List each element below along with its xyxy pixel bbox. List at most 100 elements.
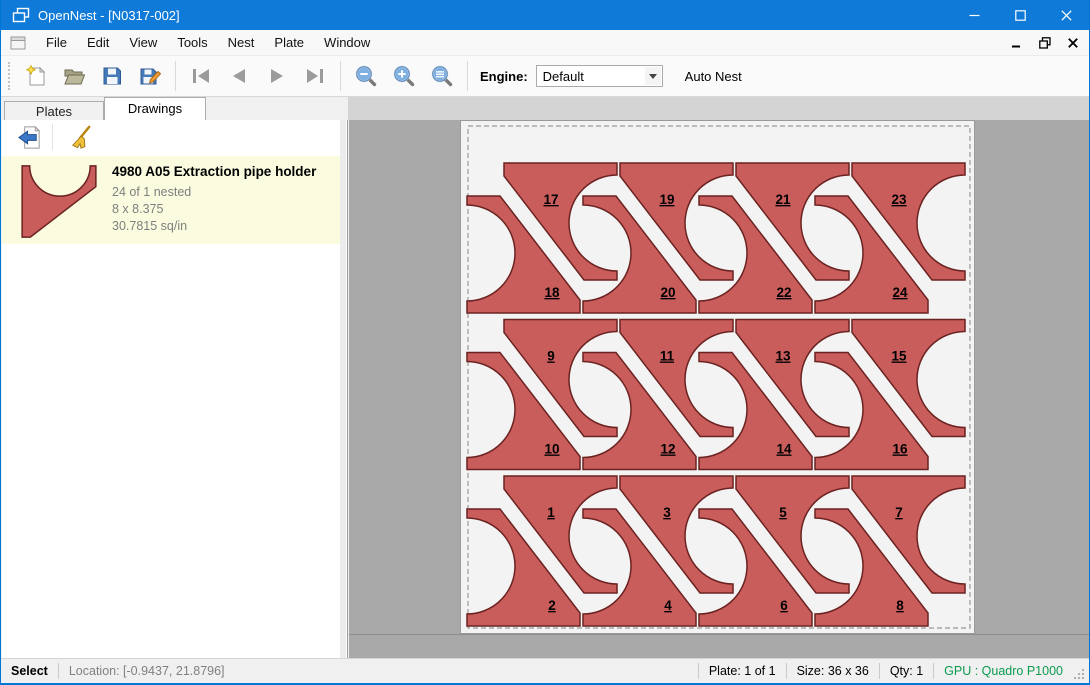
- tab-strip: Plates Drawings: [2, 97, 348, 120]
- go-first-icon: [189, 64, 213, 88]
- nest-layout: 171819202122232491011121314151612345678: [461, 121, 974, 633]
- clean-button[interactable]: [65, 122, 95, 152]
- part-number-22: 22: [776, 285, 791, 300]
- save-as-button[interactable]: [135, 61, 165, 91]
- minimize-button[interactable]: [951, 0, 997, 30]
- panel-scrollbar-gutter[interactable]: [340, 120, 346, 658]
- save-icon: [100, 64, 124, 88]
- drawing-list-item[interactable]: 4980 A05 Extraction pipe holder 24 of 1 …: [2, 156, 340, 244]
- part-number-2: 2: [548, 598, 556, 613]
- drawing-nested-count: 24 of 1 nested: [112, 184, 316, 201]
- auto-nest-button[interactable]: Auto Nest: [677, 64, 750, 89]
- import-drawing-icon: [16, 124, 43, 151]
- status-mode: Select: [11, 664, 48, 678]
- engine-value: Default: [537, 69, 584, 84]
- last-plate-button[interactable]: [300, 61, 330, 91]
- mdi-close-icon: [1068, 38, 1078, 48]
- zoom-fit-button[interactable]: [427, 61, 457, 91]
- tab-strip-filler: [348, 97, 1089, 120]
- toolbar-separator: [467, 61, 468, 91]
- menu-nest[interactable]: Nest: [218, 31, 265, 54]
- part-number-16: 16: [892, 442, 908, 457]
- menu-view[interactable]: View: [119, 31, 167, 54]
- panel-toolbar-separator: [52, 124, 53, 150]
- mdi-minimize-icon: [1012, 38, 1022, 48]
- nest-canvas[interactable]: 171819202122232491011121314151612345678: [349, 120, 1089, 658]
- menu-tools[interactable]: Tools: [167, 31, 217, 54]
- drawings-toolbar: [2, 120, 340, 154]
- mdi-close-button[interactable]: [1063, 34, 1083, 52]
- go-last-icon: [303, 64, 327, 88]
- zoom-in-icon: [392, 64, 416, 88]
- part-number-23: 23: [891, 192, 907, 207]
- new-file-icon: [24, 64, 48, 88]
- canvas-divider: [349, 634, 1089, 635]
- part-number-10: 10: [544, 442, 559, 457]
- part-number-15: 15: [891, 349, 907, 364]
- document-window-icon: [10, 36, 26, 50]
- part-number-3: 3: [663, 505, 671, 520]
- part-thumbnail: [20, 164, 98, 239]
- status-plate: Plate: 1 of 1: [709, 664, 776, 678]
- maximize-button[interactable]: [997, 0, 1043, 30]
- part-number-1: 1: [547, 505, 555, 520]
- status-location: Location: [-0.9437, 21.8796]: [69, 664, 225, 678]
- previous-plate-button[interactable]: [224, 61, 254, 91]
- save-button[interactable]: [97, 61, 127, 91]
- open-file-button[interactable]: [59, 61, 89, 91]
- window-title: OpenNest - [N0317-002]: [38, 8, 180, 23]
- menu-plate[interactable]: Plate: [264, 31, 314, 54]
- part-number-17: 17: [543, 192, 558, 207]
- part-number-20: 20: [660, 285, 675, 300]
- menu-window[interactable]: Window: [314, 31, 380, 54]
- zoom-out-icon: [354, 64, 378, 88]
- new-file-button[interactable]: [21, 61, 51, 91]
- part-number-24: 24: [892, 285, 908, 300]
- mdi-restore-button[interactable]: [1035, 34, 1055, 52]
- save-as-icon: [138, 64, 162, 88]
- status-gpu: GPU : Quadro P1000: [944, 664, 1063, 678]
- go-next-icon: [265, 64, 289, 88]
- maximize-icon: [1015, 10, 1026, 21]
- title-bar[interactable]: OpenNest - [N0317-002]: [1, 0, 1089, 30]
- tab-drawings[interactable]: Drawings: [104, 97, 206, 120]
- status-separator: [786, 663, 787, 679]
- zoom-fit-icon: [430, 64, 454, 88]
- tab-plates[interactable]: Plates: [4, 101, 104, 120]
- chevron-down-icon: [645, 67, 661, 85]
- part-number-21: 21: [775, 192, 791, 207]
- zoom-in-button[interactable]: [389, 61, 419, 91]
- part-number-5: 5: [779, 505, 787, 520]
- clean-icon: [67, 124, 94, 151]
- first-plate-button[interactable]: [186, 61, 216, 91]
- menu-edit[interactable]: Edit: [77, 31, 119, 54]
- part-number-18: 18: [544, 285, 560, 300]
- part-number-8: 8: [896, 598, 904, 613]
- app-icon: [12, 7, 30, 23]
- zoom-out-button[interactable]: [351, 61, 381, 91]
- status-bar: Select Location: [-0.9437, 21.8796] Plat…: [1, 658, 1089, 683]
- close-button[interactable]: [1043, 0, 1089, 30]
- menu-file[interactable]: File: [36, 31, 77, 54]
- part-number-19: 19: [659, 192, 674, 207]
- next-plate-button[interactable]: [262, 61, 292, 91]
- toolbar-separator: [175, 61, 176, 91]
- status-qty: Qty: 1: [890, 664, 923, 678]
- status-separator: [698, 663, 699, 679]
- main-toolbar: Engine: Default Auto Nest: [1, 56, 1089, 97]
- open-folder-icon: [62, 64, 86, 88]
- engine-select[interactable]: Default: [536, 65, 663, 87]
- drawing-area: 30.7815 sq/in: [112, 218, 316, 235]
- status-separator: [933, 663, 934, 679]
- go-previous-icon: [227, 64, 251, 88]
- plate-sheet[interactable]: 171819202122232491011121314151612345678: [460, 120, 975, 634]
- part-number-13: 13: [775, 349, 791, 364]
- mdi-restore-icon: [1039, 37, 1051, 49]
- resize-grip[interactable]: [1073, 668, 1085, 680]
- drawings-panel: 4980 A05 Extraction pipe holder 24 of 1 …: [2, 120, 348, 658]
- status-size: Size: 36 x 36: [797, 664, 869, 678]
- mdi-minimize-button[interactable]: [1007, 34, 1027, 52]
- toolbar-grip[interactable]: [8, 62, 11, 90]
- import-drawing-button[interactable]: [14, 122, 44, 152]
- part-number-7: 7: [895, 505, 903, 520]
